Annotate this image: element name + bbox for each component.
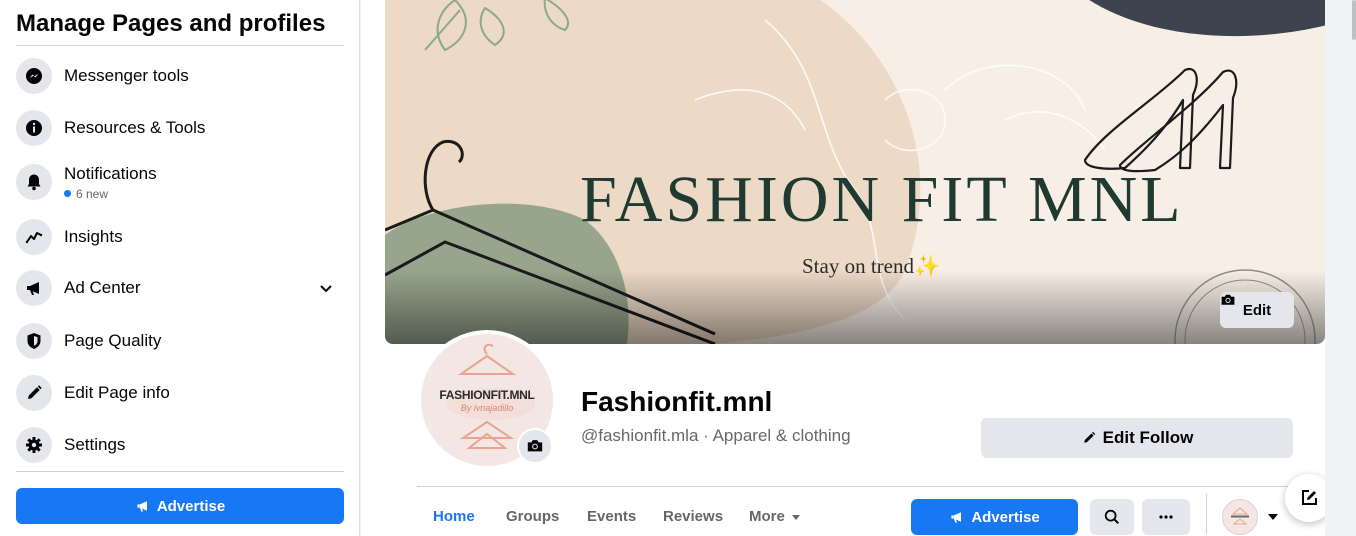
sidebar-title: Manage Pages and profiles: [16, 10, 326, 37]
sidebar-item-label: Notifications: [64, 163, 157, 183]
cover-photo: FASHION FIT MNL Stay on trend✨ Edit: [385, 0, 1325, 344]
update-profile-picture-button[interactable]: [517, 428, 553, 464]
tab-reviews[interactable]: Reviews: [663, 508, 723, 525]
sidebar-advertise-button[interactable]: Advertise: [16, 488, 344, 524]
pencil-icon: [16, 375, 52, 411]
hanger-logo-icon: [1231, 507, 1249, 525]
tab-events[interactable]: Events: [587, 508, 636, 525]
gear-icon: [16, 427, 52, 463]
page-name: Fashionfit.mnl: [581, 386, 773, 417]
sidebar-item-page-quality[interactable]: Page Quality: [8, 317, 352, 365]
cover-title: FASHION FIT MNL: [580, 163, 1184, 236]
avatar-brand-text: FASHIONFIT.MNL: [439, 387, 535, 402]
profile-switcher-avatar[interactable]: [1222, 499, 1258, 535]
camera-icon: [1221, 294, 1235, 305]
tab-more-label: More: [749, 508, 785, 525]
edit-cover-button[interactable]: Edit: [1220, 292, 1294, 328]
page-handle-category: @fashionfit.mla · Apparel & clothing: [581, 426, 851, 445]
sidebar-item-edit-page-info[interactable]: Edit Page info: [8, 369, 352, 417]
megaphone-icon: [137, 501, 147, 512]
advertise-label: Advertise: [156, 497, 226, 515]
compose-icon: [1302, 490, 1317, 505]
chevron-down-icon[interactable]: [318, 280, 334, 296]
more-options-button[interactable]: [1142, 499, 1190, 535]
camera-icon: [527, 440, 543, 452]
search-icon: [1104, 509, 1120, 525]
notification-count-text: 6 new: [76, 186, 109, 201]
sidebar-item-notifications[interactable]: Notifications 6 new: [8, 156, 352, 208]
page-main: FASHION FIT MNL Stay on trend✨ Edit FASH…: [361, 0, 1356, 536]
ellipsis-icon: [1159, 515, 1173, 519]
scrollbar-thumb[interactable]: [1352, 0, 1356, 40]
advertise-button[interactable]: Advertise: [911, 499, 1078, 535]
sidebar-item-resources-tools[interactable]: Resources & Tools: [8, 104, 352, 152]
sidebar-item-settings[interactable]: Settings: [8, 421, 352, 469]
bell-icon: [16, 164, 52, 200]
sidebar-item-label: Page Quality: [64, 331, 162, 350]
sidebar-item-label: Insights: [64, 227, 123, 246]
advertise-label: Advertise: [971, 508, 1040, 526]
pencil-icon: [1083, 431, 1095, 443]
megaphone-icon: [16, 270, 52, 306]
notification-count: 6 new: [64, 187, 157, 201]
tab-groups[interactable]: Groups: [506, 508, 559, 525]
sidebar-divider: [16, 471, 344, 472]
sidebar-item-label: Ad Center: [64, 278, 141, 297]
tab-more[interactable]: More: [749, 508, 801, 525]
sidebar-item-label: Resources & Tools: [64, 118, 206, 137]
search-button[interactable]: [1090, 499, 1134, 535]
sidebar-item-messenger-tools[interactable]: Messenger tools: [8, 52, 352, 100]
sidebar-item-label: Edit Page info: [64, 383, 170, 402]
edit-cover-label: Edit: [1242, 301, 1272, 319]
shield-icon: [16, 323, 52, 359]
edit-follow-label: Edit Follow: [1102, 428, 1194, 447]
tabs-divider: [417, 486, 1293, 487]
sidebar-item-ad-center[interactable]: Ad Center: [8, 264, 352, 312]
tab-home[interactable]: Home: [433, 508, 475, 525]
sidebar: Manage Pages and profiles Messenger tool…: [0, 0, 360, 536]
cover-subtitle: Stay on trend✨: [802, 254, 941, 278]
caret-down-icon[interactable]: [1266, 510, 1280, 524]
actions-divider: [1206, 494, 1207, 534]
caret-down-icon: [791, 514, 800, 520]
insights-icon: [16, 219, 52, 255]
edit-follow-button[interactable]: Edit Follow: [981, 418, 1293, 458]
sidebar-item-label: Messenger tools: [64, 66, 189, 85]
messenger-icon: [16, 58, 52, 94]
avatar-script-text: By ivnajadillo: [460, 402, 514, 413]
scrollbar-track[interactable]: [1325, 0, 1356, 536]
info-icon: [16, 110, 52, 146]
sidebar-divider: [16, 45, 344, 46]
unread-dot: [64, 190, 71, 197]
sidebar-item-insights[interactable]: Insights: [8, 213, 352, 261]
sidebar-item-label: Settings: [64, 435, 126, 454]
megaphone-icon: [951, 512, 962, 523]
